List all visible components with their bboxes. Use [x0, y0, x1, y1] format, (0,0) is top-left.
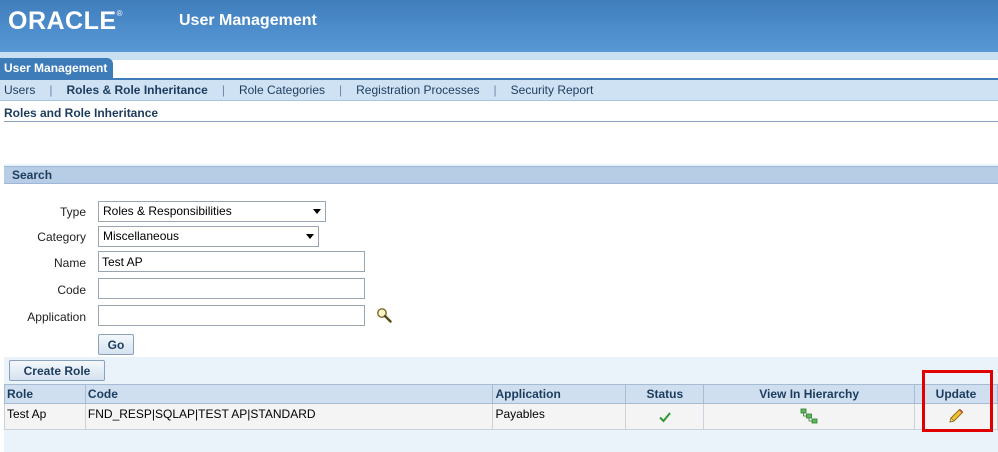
table-header-row: Role Code Application Status View In Hie… — [4, 384, 998, 404]
app-header: ORACLE® User Management — [0, 0, 998, 60]
type-select-value: Roles & Responsibilities — [103, 204, 232, 218]
name-label: Name — [53, 256, 86, 270]
cell-view-in-hierarchy — [703, 403, 916, 430]
column-header-role[interactable]: Role — [4, 384, 86, 404]
type-select[interactable]: Roles & Responsibilities — [98, 201, 326, 222]
column-header-view-in-hierarchy: View In Hierarchy — [703, 384, 916, 404]
column-header-application[interactable]: Application — [492, 384, 627, 404]
name-input[interactable] — [98, 251, 365, 272]
oracle-logo: ORACLE® — [8, 7, 123, 36]
application-label: Application — [27, 310, 86, 324]
subnav-item-security-report[interactable]: Security Report — [507, 83, 598, 97]
chevron-down-icon — [306, 234, 314, 239]
column-header-code[interactable]: Code — [84, 384, 494, 404]
subnav-item-registration-processes[interactable]: Registration Processes — [352, 83, 483, 97]
tab-user-management[interactable]: User Management — [0, 58, 114, 79]
column-header-status: Status — [625, 384, 705, 404]
sub-navigation: Users | Roles & Role Inheritance | Role … — [0, 80, 998, 101]
subnav-separator: | — [221, 83, 225, 97]
create-role-button[interactable]: Create Role — [9, 360, 105, 381]
category-label: Category — [37, 230, 86, 244]
logo-registered-mark: ® — [116, 9, 123, 18]
roles-table: Role Code Application Status View In Hie… — [4, 384, 998, 430]
app-title: User Management — [179, 12, 317, 29]
search-heading: Search — [4, 166, 998, 184]
code-input[interactable] — [98, 278, 365, 299]
go-button[interactable]: Go — [98, 334, 134, 355]
page-title: Roles and Role Inheritance — [4, 106, 159, 120]
category-select[interactable]: Miscellaneous — [98, 226, 319, 247]
table-footer-area — [4, 430, 998, 452]
cell-application: Payables — [492, 403, 627, 430]
category-select-value: Miscellaneous — [103, 229, 180, 243]
subnav-separator: | — [493, 83, 497, 97]
code-label: Code — [57, 283, 86, 297]
table-row: Test Ap FND_RESP|SQLAP|TEST AP|STANDARD … — [4, 403, 998, 430]
logo-text: ORACLE — [8, 7, 117, 35]
application-input[interactable] — [98, 305, 365, 326]
subnav-item-role-categories[interactable]: Role Categories — [235, 83, 329, 97]
page-title-divider — [4, 121, 998, 122]
header-strip — [0, 52, 998, 60]
subnav-separator: | — [49, 83, 53, 97]
cell-code: FND_RESP|SQLAP|TEST AP|STANDARD — [84, 403, 494, 430]
subnav-separator: | — [339, 83, 343, 97]
highlight-box — [922, 370, 993, 432]
cell-status — [625, 403, 705, 430]
subnav-item-users[interactable]: Users — [0, 83, 39, 97]
checkmark-icon — [659, 412, 671, 423]
chevron-down-icon — [313, 209, 321, 214]
cell-role: Test Ap — [4, 403, 86, 430]
search-icon[interactable] — [376, 307, 392, 323]
subnav-item-roles[interactable]: Roles & Role Inheritance — [62, 83, 211, 97]
hierarchy-icon[interactable] — [800, 408, 818, 424]
type-label: Type — [59, 205, 86, 219]
